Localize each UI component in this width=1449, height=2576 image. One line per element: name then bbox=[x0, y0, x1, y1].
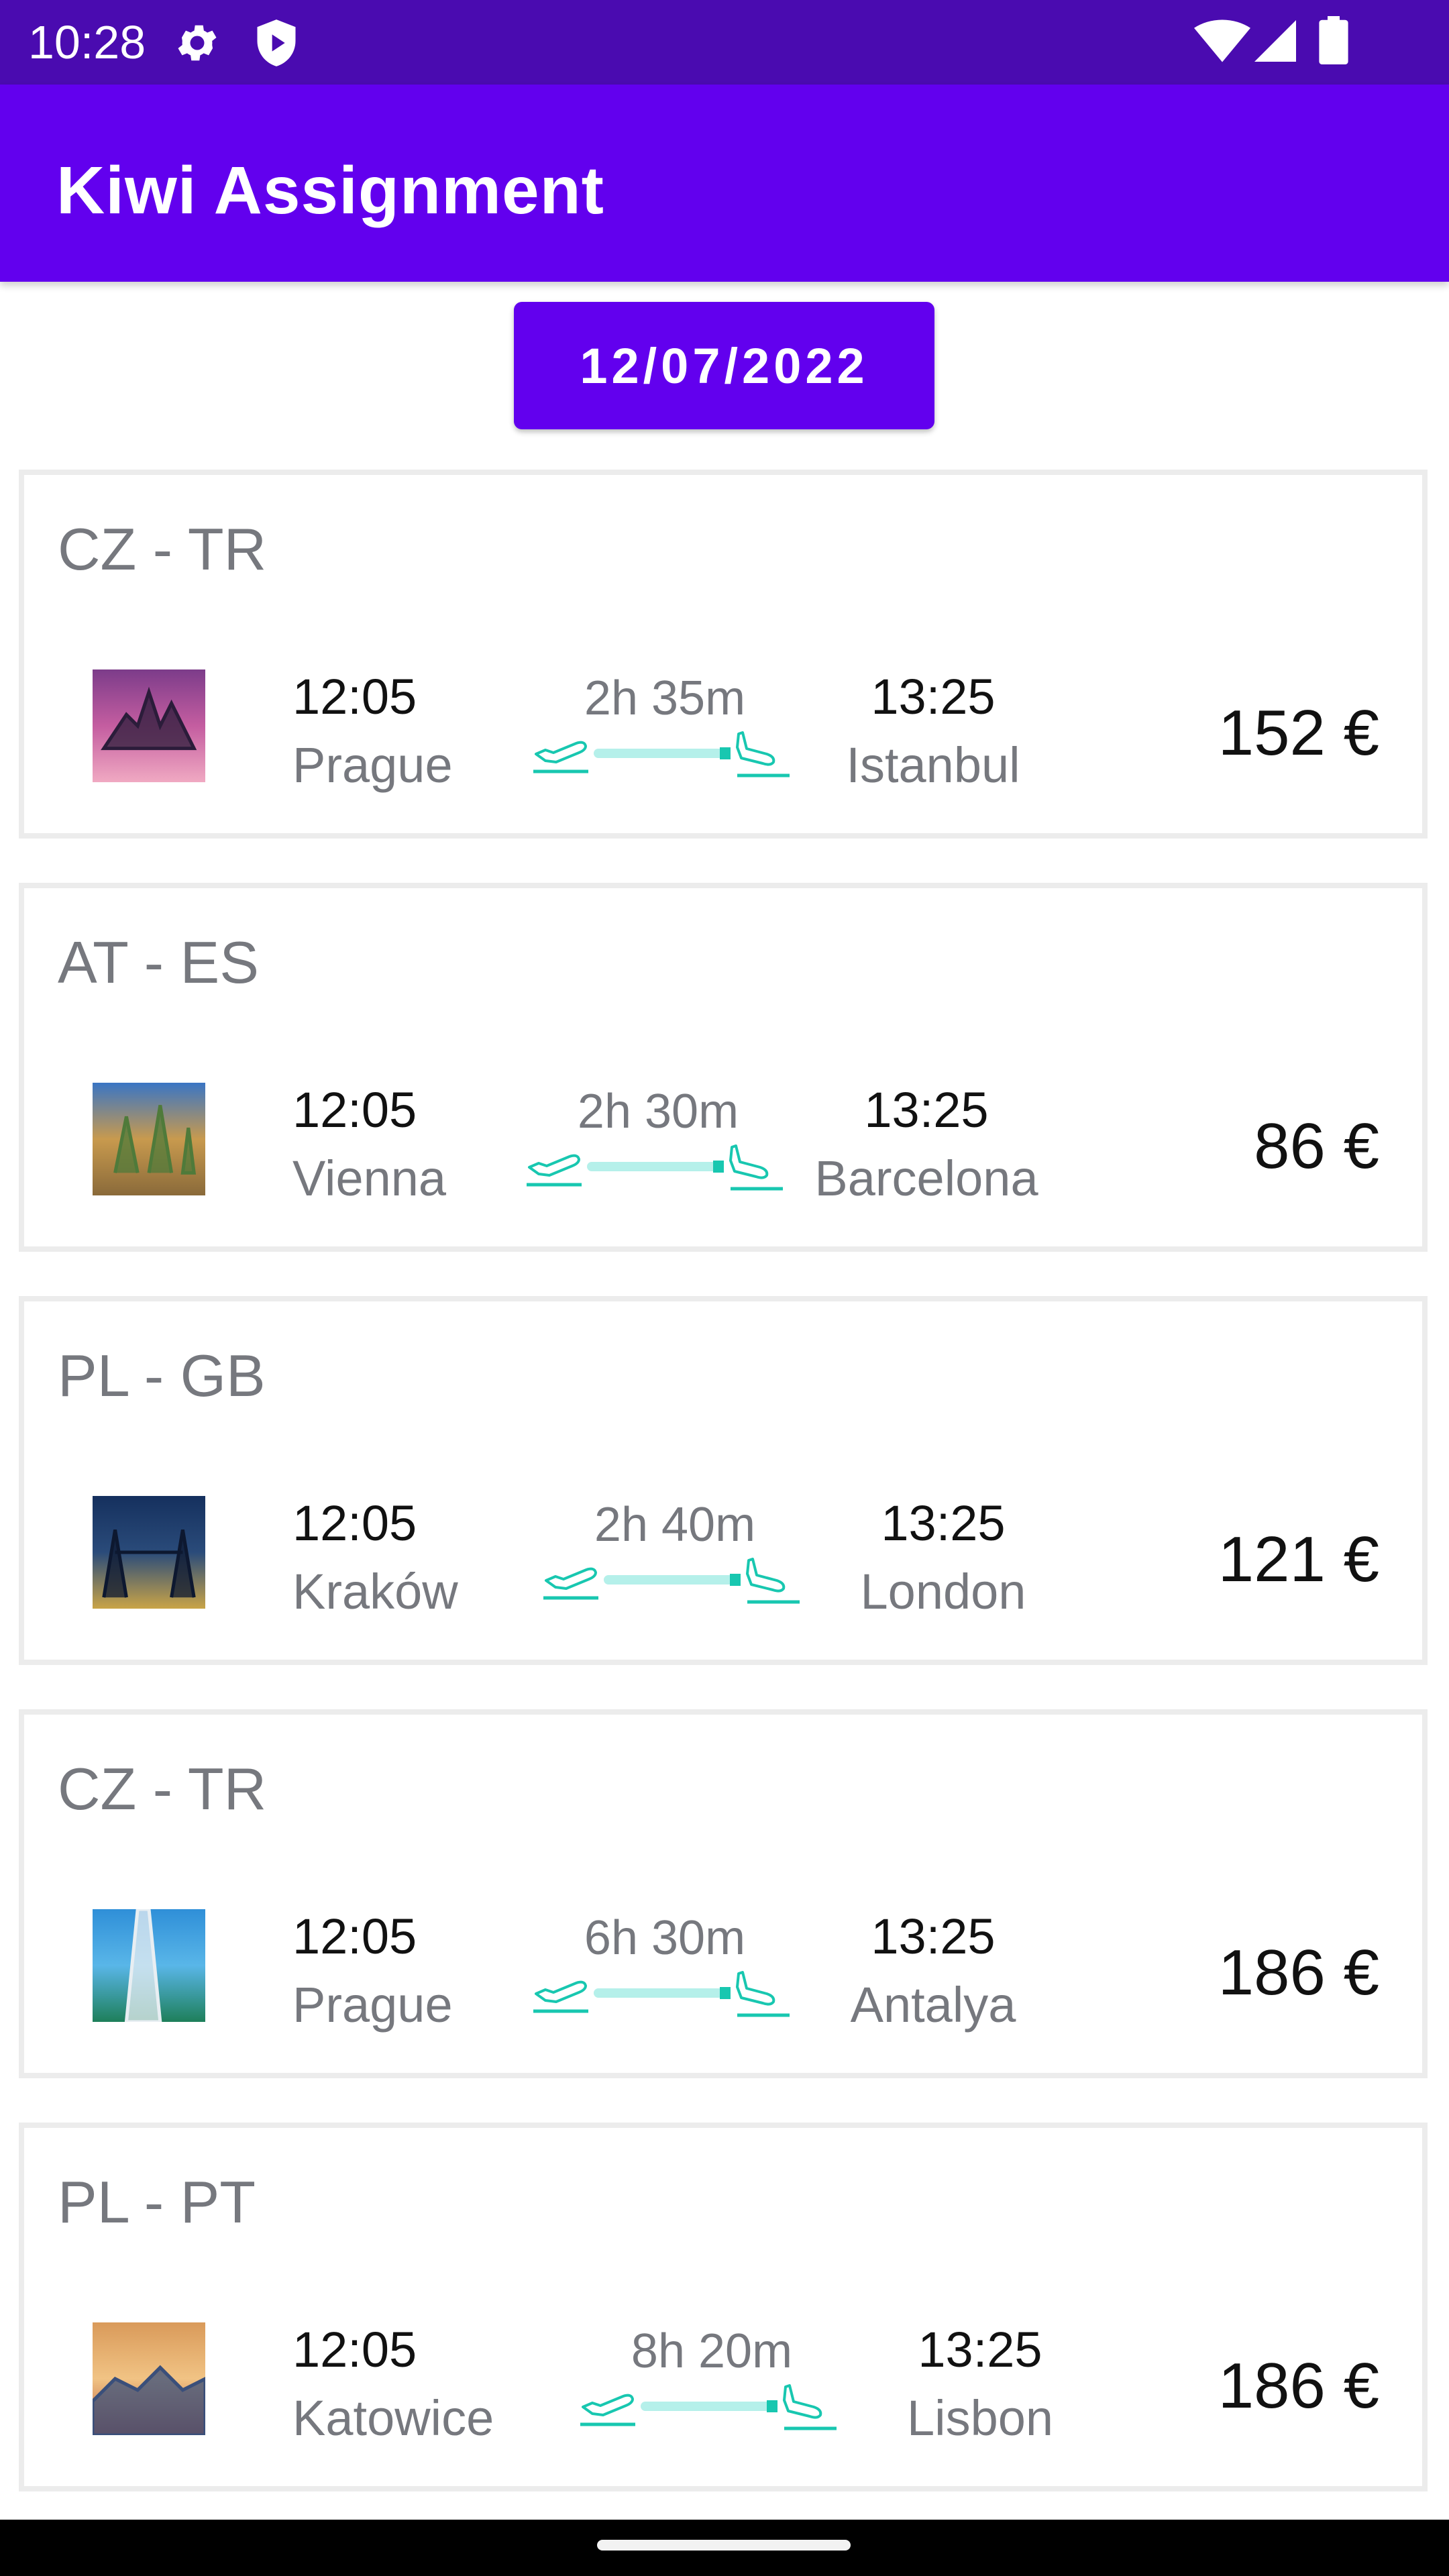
departure-time: 12:05 bbox=[292, 1082, 417, 1138]
antalya-thumbnail bbox=[93, 1909, 205, 2022]
departure-city: Vienna bbox=[292, 1150, 447, 1206]
settings-icon bbox=[178, 25, 217, 61]
flight-card[interactable]: PL - PT 12:05 Katowice 8h 20m 13:25 Lisb… bbox=[19, 2123, 1428, 2491]
flight-path-graphic bbox=[580, 2384, 837, 2430]
route-label: AT - ES bbox=[58, 929, 259, 996]
flight-card[interactable]: PL - GB 12:05 Kraków 2h 40m 13:25 London… bbox=[19, 1296, 1428, 1665]
date-picker-button[interactable]: 12/07/2022 bbox=[514, 302, 934, 429]
navigation-bar bbox=[0, 2520, 1449, 2576]
route-label: CZ - TR bbox=[58, 516, 267, 582]
departure-time: 12:05 bbox=[292, 2322, 417, 2377]
london-thumbnail bbox=[93, 1496, 205, 1609]
wifi-icon bbox=[1194, 19, 1250, 62]
arrival-city: Barcelona bbox=[814, 1150, 1038, 1206]
istanbul-thumbnail bbox=[93, 669, 205, 782]
departure-time: 12:05 bbox=[292, 669, 417, 724]
arrival-time: 13:25 bbox=[918, 2322, 1042, 2377]
arrival-city: Istanbul bbox=[846, 737, 1020, 793]
flight-path-graphic bbox=[533, 1971, 790, 2017]
arrival-city: London bbox=[860, 1564, 1026, 1619]
battery-icon bbox=[1319, 16, 1348, 64]
price: 121 € bbox=[1218, 1523, 1379, 1595]
departure-time: 12:05 bbox=[292, 1495, 417, 1551]
flight-duration: 6h 30m bbox=[584, 1911, 746, 1965]
flight-path-graphic bbox=[527, 1144, 783, 1191]
route-label: PL - GB bbox=[58, 1342, 266, 1409]
takeoff-icon bbox=[580, 2394, 635, 2426]
flight-duration: 2h 40m bbox=[594, 1498, 756, 1552]
departure-time: 12:05 bbox=[292, 1909, 417, 1964]
route-label: PL - PT bbox=[58, 2169, 256, 2235]
arrival-time: 13:25 bbox=[871, 1909, 996, 1964]
takeoff-icon bbox=[533, 1980, 588, 2013]
signal-icon bbox=[1254, 20, 1296, 62]
departure-city: Prague bbox=[292, 1977, 453, 2033]
price: 152 € bbox=[1218, 697, 1379, 769]
app-title: Kiwi Assignment bbox=[56, 153, 604, 228]
landing-icon bbox=[783, 2384, 837, 2430]
arrival-time: 13:25 bbox=[871, 669, 996, 724]
lisbon-thumbnail bbox=[93, 2322, 205, 2435]
flight-card[interactable]: CZ - TR 12:05 Prague 6h 30m 13:25 Antaly… bbox=[19, 1709, 1428, 2078]
status-time: 10:28 bbox=[28, 16, 146, 68]
shield-play-icon bbox=[257, 19, 296, 66]
arrival-city: Lisbon bbox=[906, 2390, 1054, 2446]
arrival-city: Antalya bbox=[850, 1977, 1016, 2033]
departure-city: Kraków bbox=[292, 1564, 458, 1619]
arrival-time: 13:25 bbox=[864, 1082, 989, 1138]
landing-icon bbox=[736, 1971, 790, 2017]
flight-duration: 2h 35m bbox=[584, 672, 746, 725]
departure-city: Katowice bbox=[292, 2390, 494, 2446]
takeoff-icon bbox=[527, 1154, 582, 1187]
home-gesture-handle[interactable] bbox=[597, 2540, 851, 2551]
price: 186 € bbox=[1218, 1937, 1379, 2008]
departure-city: Prague bbox=[292, 737, 453, 793]
flight-path-graphic bbox=[543, 1558, 800, 1604]
takeoff-icon bbox=[543, 1567, 598, 1600]
flight-duration: 8h 20m bbox=[631, 2324, 793, 2378]
landing-icon bbox=[736, 731, 790, 777]
flight-duration: 2h 30m bbox=[577, 1085, 739, 1138]
takeoff-icon bbox=[533, 741, 588, 773]
arrival-time: 13:25 bbox=[881, 1495, 1006, 1551]
app-bar: Kiwi Assignment bbox=[0, 85, 1449, 282]
landing-icon bbox=[746, 1558, 800, 1604]
barcelona-thumbnail bbox=[93, 1083, 205, 1195]
landing-icon bbox=[729, 1144, 783, 1191]
route-label: CZ - TR bbox=[58, 1756, 267, 1822]
price: 86 € bbox=[1254, 1110, 1379, 1182]
price: 186 € bbox=[1218, 2350, 1379, 2422]
flight-path-graphic bbox=[533, 731, 790, 777]
flight-card[interactable]: CZ - TR 12:05 Prague 2h 35m 13:25 Istanb… bbox=[19, 470, 1428, 839]
status-bar: 10:28 bbox=[0, 0, 1449, 85]
flight-card[interactable]: AT - ES 12:05 Vienna 2h 30m 13:25 Barcel… bbox=[19, 883, 1428, 1252]
